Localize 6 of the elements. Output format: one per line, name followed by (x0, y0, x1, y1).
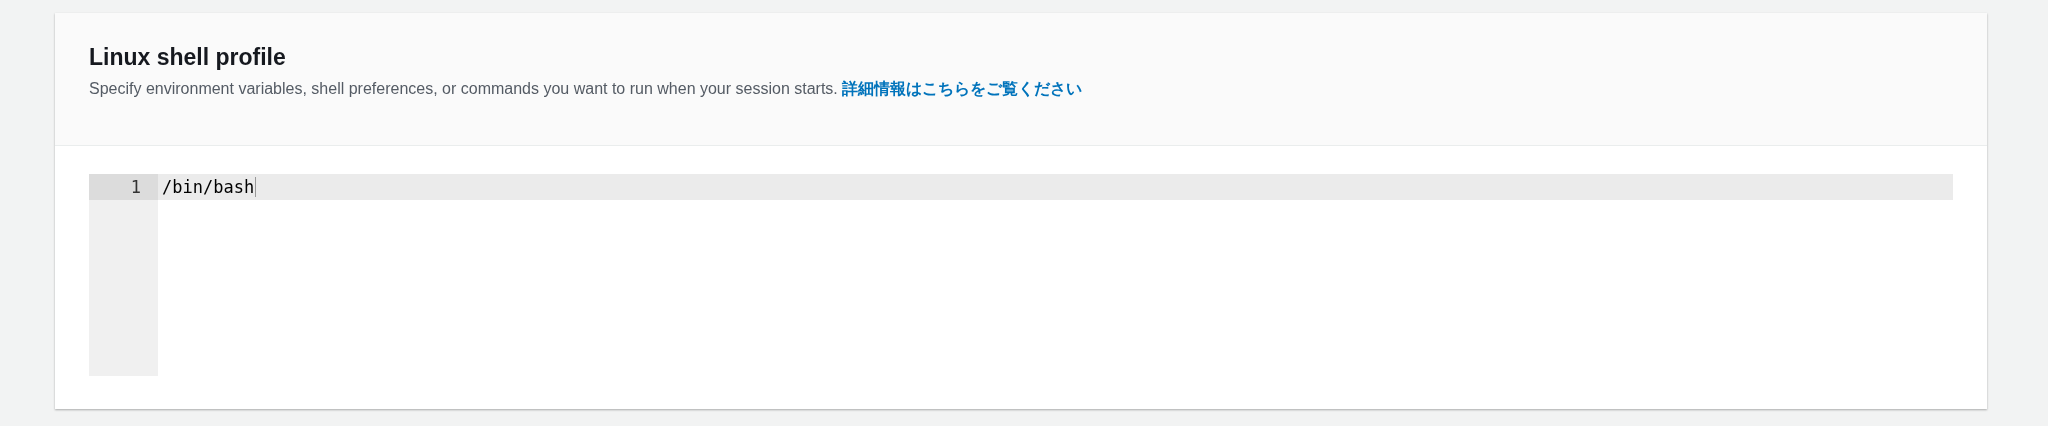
code-editor[interactable]: 1 /bin/bash (89, 174, 1953, 376)
panel-title: Linux shell profile (89, 44, 287, 71)
panel-description: Specify environment variables, shell preferences, or commands you want to run when your session starts. 詳細情報はこちらをご覧ください (89, 79, 1084, 99)
line-number: 1 (89, 174, 158, 200)
text-cursor (255, 177, 257, 197)
learn-more-link[interactable]: 詳細情報はこちらをご覧ください (842, 80, 1083, 97)
